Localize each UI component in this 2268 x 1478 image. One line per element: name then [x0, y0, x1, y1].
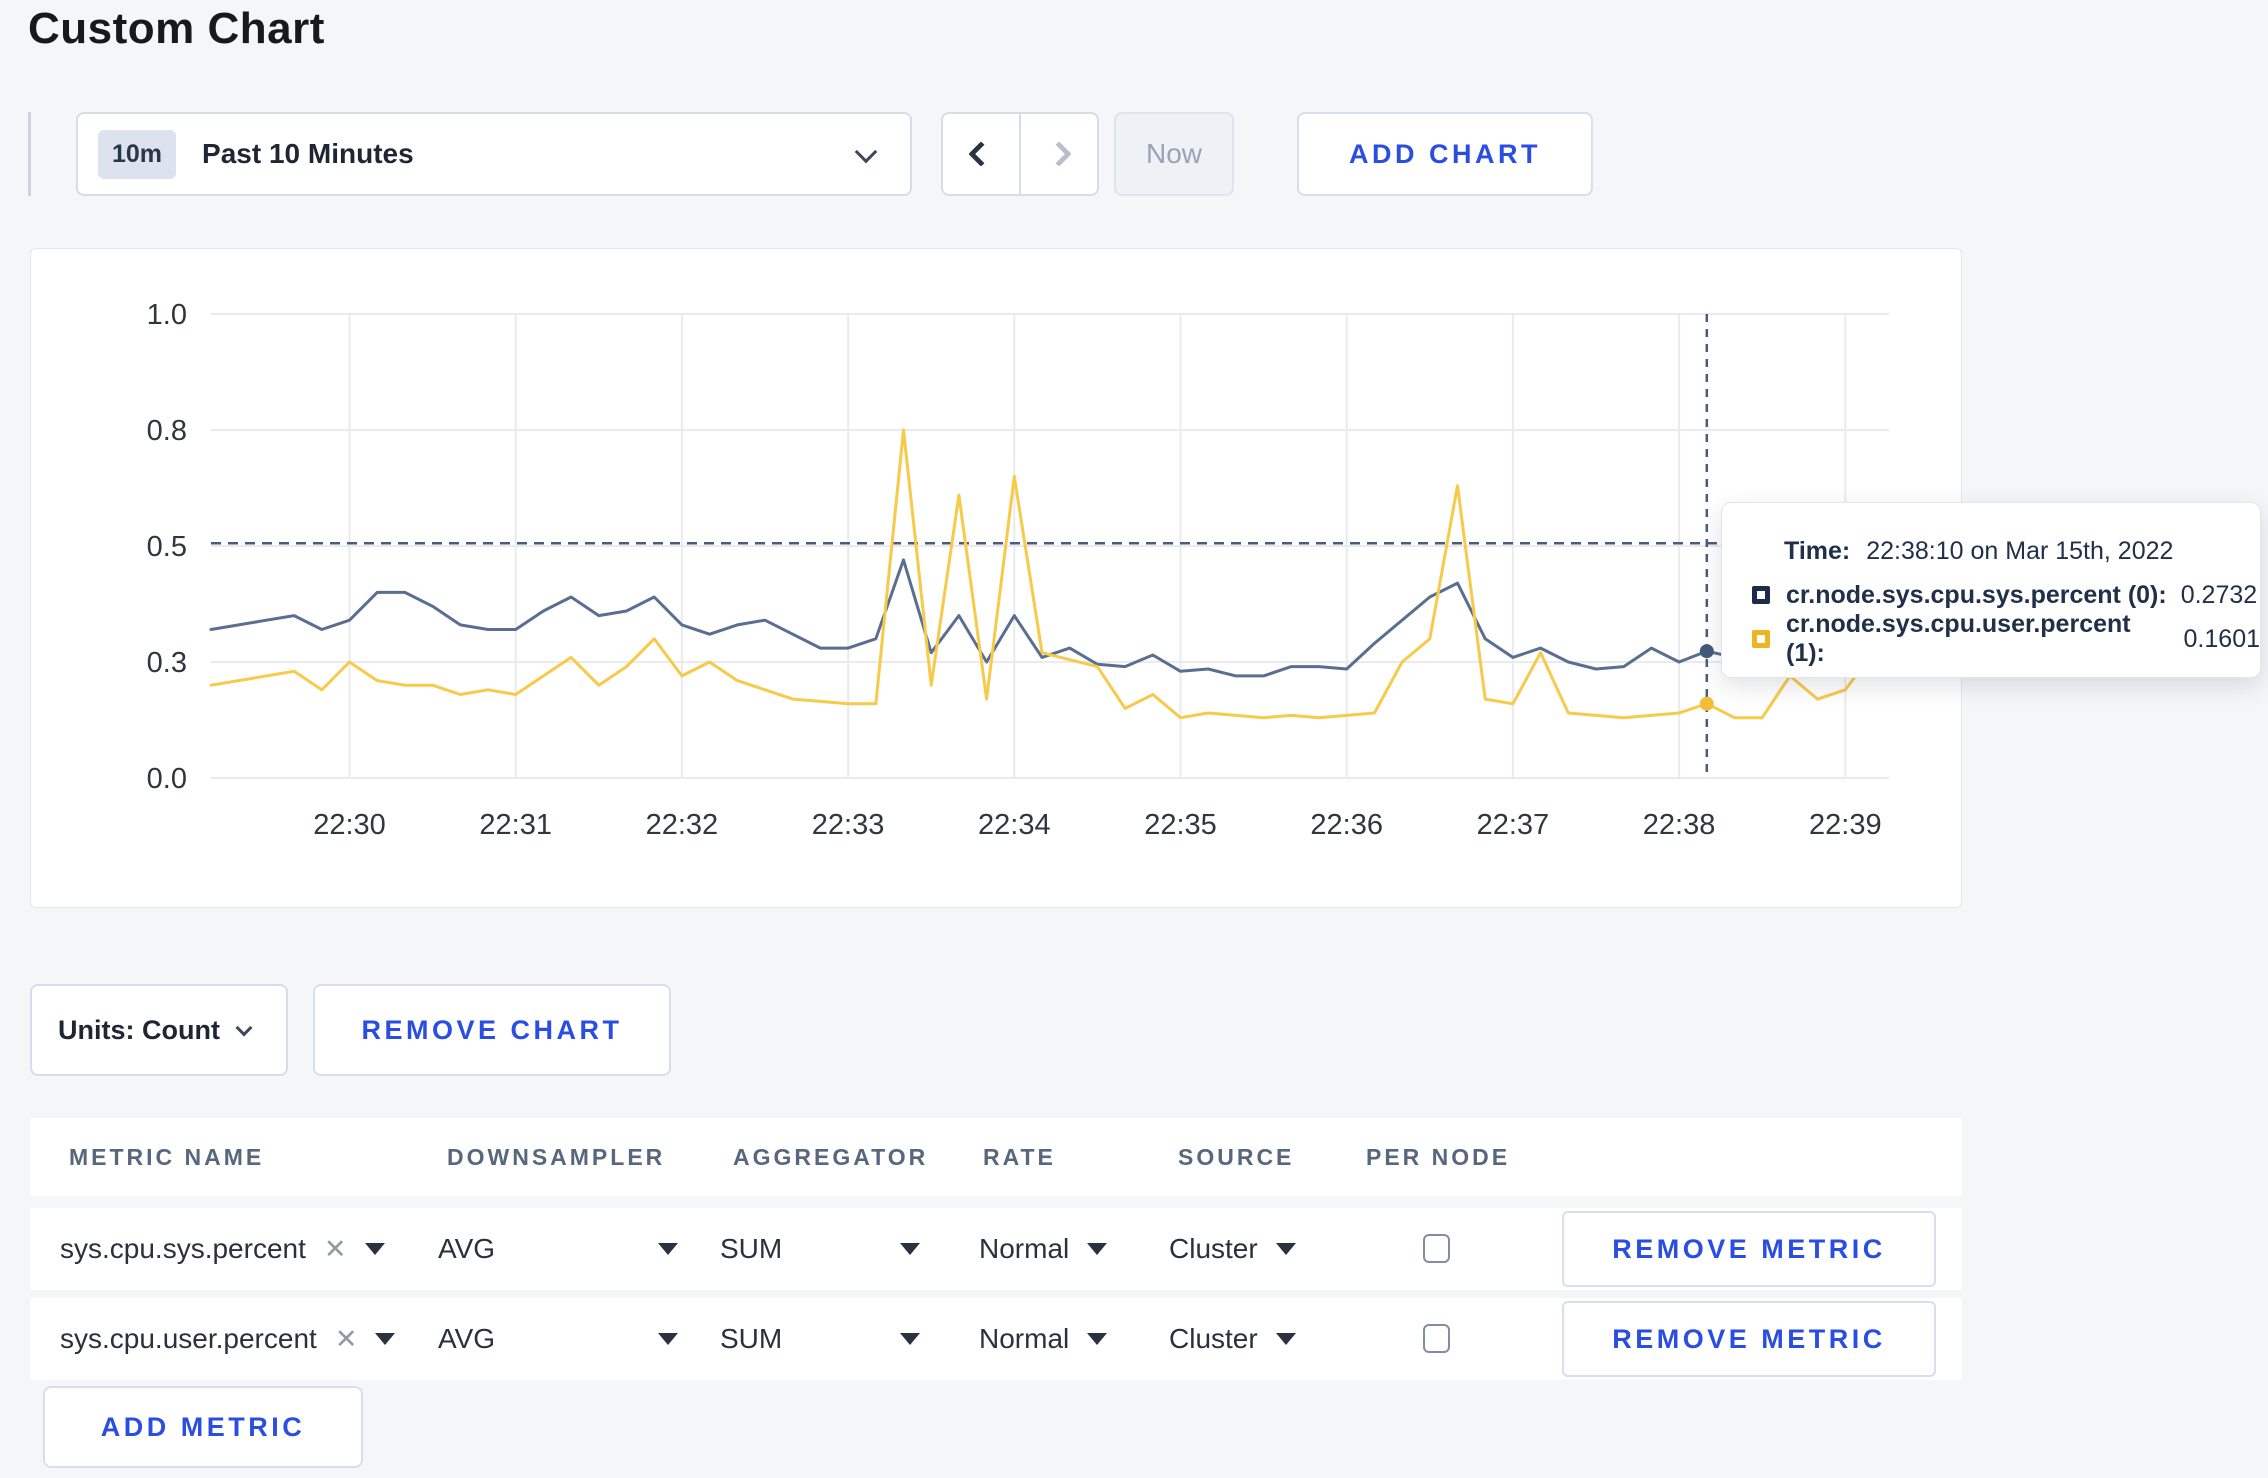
chevron-down-icon	[854, 140, 878, 164]
x-axis-label: 22:35	[1144, 809, 1217, 841]
metric-name-select[interactable]: sys.cpu.user.percent ✕	[60, 1298, 396, 1380]
y-axis-label: 0.0	[147, 763, 187, 795]
timeseries-chart[interactable]: 0.0 0.3 0.5 0.8 1.0 22:30 22:31 22:32 22:33 22:34…	[31, 249, 1961, 907]
time-range-label: Past 10 Minutes	[202, 138, 414, 169]
dropdown-arrow-icon	[658, 1333, 678, 1345]
metric-name-select[interactable]: sys.cpu.sys.percent ✕	[60, 1208, 385, 1290]
remove-metric-button[interactable]: REMOVE METRIC	[1562, 1211, 1936, 1287]
add-metric-button[interactable]: ADD METRIC	[43, 1386, 363, 1468]
time-range-select[interactable]: 10m Past 10 Minutes	[76, 112, 912, 196]
dropdown-arrow-icon	[364, 1243, 385, 1255]
column-header: AGGREGATOR	[733, 1144, 929, 1170]
dropdown-arrow-icon	[1275, 1243, 1296, 1255]
x-axis-label: 22:38	[1643, 809, 1716, 841]
aggregator-value: SUM	[720, 1233, 783, 1264]
clear-metric-icon[interactable]: ✕	[324, 1234, 347, 1265]
y-axis-label: 0.5	[147, 531, 187, 563]
column-header: RATE	[983, 1144, 1056, 1170]
y-axis-label: 1.0	[147, 299, 187, 331]
rate-select[interactable]: Normal	[979, 1298, 1108, 1380]
source-select[interactable]: Cluster	[1169, 1298, 1296, 1380]
chevron-down-icon	[235, 1019, 253, 1037]
page-title: Custom Chart	[28, 4, 325, 53]
units-label: Units: Count	[58, 1014, 220, 1045]
aggregator-value: SUM	[720, 1323, 783, 1354]
rate-value: Normal	[979, 1233, 1070, 1264]
downsampler-value: AVG	[438, 1233, 496, 1264]
x-axis-label: 22:32	[646, 809, 719, 841]
metric-name-value: sys.cpu.sys.percent	[60, 1233, 306, 1264]
time-range-badge: 10m	[98, 129, 177, 179]
remove-chart-button[interactable]: REMOVE CHART	[313, 984, 671, 1076]
downsampler-select[interactable]: AVG	[438, 1298, 678, 1380]
tooltip-time-label: Time:	[1784, 536, 1851, 565]
x-axis-label: 22:39	[1809, 809, 1882, 841]
x-axis-label: 22:31	[479, 809, 552, 841]
aggregator-select[interactable]: SUM	[720, 1208, 920, 1290]
remove-metric-button[interactable]: REMOVE METRIC	[1562, 1301, 1936, 1377]
sys-series-swatch-icon	[1752, 586, 1770, 604]
x-axis-label: 22:30	[313, 809, 386, 841]
next-time-button[interactable]	[1019, 114, 1097, 194]
tooltip-series-label: cr.node.sys.cpu.sys.percent (0):	[1786, 580, 2167, 609]
chart-tooltip: Time: 22:38:10 on Mar 15th, 2022 cr.node…	[1721, 502, 2261, 678]
column-header: PER NODE	[1366, 1144, 1511, 1170]
metric-row: sys.cpu.sys.percent ✕ AVG SUM Normal Clu…	[30, 1208, 1962, 1290]
per-node-checkbox[interactable]	[1423, 1324, 1450, 1353]
now-button[interactable]: Now	[1114, 112, 1234, 196]
source-select[interactable]: Cluster	[1169, 1208, 1296, 1290]
clear-metric-icon[interactable]: ✕	[335, 1324, 358, 1355]
dropdown-arrow-icon	[900, 1243, 920, 1255]
column-header: METRIC NAME	[69, 1144, 265, 1170]
dropdown-arrow-icon	[1275, 1333, 1296, 1345]
dropdown-arrow-icon	[1087, 1333, 1108, 1345]
series-line	[209, 428, 1875, 720]
aggregator-select[interactable]: SUM	[720, 1298, 920, 1380]
custom-chart-page: Custom Chart 10m Past 10 Minutes Now ADD…	[0, 0, 2268, 1478]
tooltip-series-label: cr.node.sys.cpu.user.percent (1):	[1786, 610, 2131, 667]
chart-card: 0.0 0.3 0.5 0.8 1.0 22:30 22:31 22:32 22:33 22:34…	[30, 248, 1962, 908]
dropdown-arrow-icon	[900, 1333, 920, 1345]
tooltip-series-value: 0.2732	[2180, 580, 2258, 609]
time-nav-group	[941, 112, 1099, 196]
y-axis-label: 0.3	[147, 647, 187, 679]
downsampler-value: AVG	[438, 1323, 496, 1354]
prev-time-button[interactable]	[943, 114, 1019, 194]
source-value: Cluster	[1169, 1233, 1258, 1264]
source-value: Cluster	[1169, 1323, 1258, 1354]
tooltip-time-value: 22:38:10 on Mar 15th, 2022	[1866, 536, 2174, 565]
metric-row: sys.cpu.user.percent ✕ AVG SUM Normal Cl…	[30, 1298, 1962, 1380]
x-axis-label: 22:37	[1477, 809, 1550, 841]
y-axis-label: 0.8	[147, 415, 187, 447]
add-chart-button[interactable]: ADD CHART	[1297, 112, 1593, 196]
toolbar-divider	[28, 112, 31, 196]
chevron-left-icon	[968, 141, 994, 167]
column-header: DOWNSAMPLER	[447, 1144, 666, 1170]
column-header: SOURCE	[1178, 1144, 1295, 1170]
units-select[interactable]: Units: Count	[30, 984, 288, 1076]
user-series-swatch-icon	[1752, 630, 1770, 648]
per-node-checkbox[interactable]	[1423, 1234, 1450, 1263]
rate-select[interactable]: Normal	[979, 1208, 1108, 1290]
x-axis-label: 22:34	[978, 809, 1051, 841]
x-axis-label: 22:33	[812, 809, 885, 841]
metric-name-value: sys.cpu.user.percent	[60, 1323, 317, 1354]
metrics-table-header: METRIC NAME DOWNSAMPLER AGGREGATOR RATE …	[30, 1118, 1962, 1196]
downsampler-select[interactable]: AVG	[438, 1208, 678, 1290]
chevron-right-icon	[1046, 141, 1072, 167]
tooltip-series-value: 0.1601	[2183, 624, 2260, 653]
dropdown-arrow-icon	[375, 1333, 396, 1345]
dropdown-arrow-icon	[658, 1243, 678, 1255]
hover-point-dot	[1699, 696, 1714, 711]
x-axis-label: 22:36	[1310, 809, 1383, 841]
dropdown-arrow-icon	[1087, 1243, 1108, 1255]
series-line	[209, 558, 1875, 678]
rate-value: Normal	[979, 1323, 1070, 1354]
hover-point-dot	[1699, 644, 1714, 659]
